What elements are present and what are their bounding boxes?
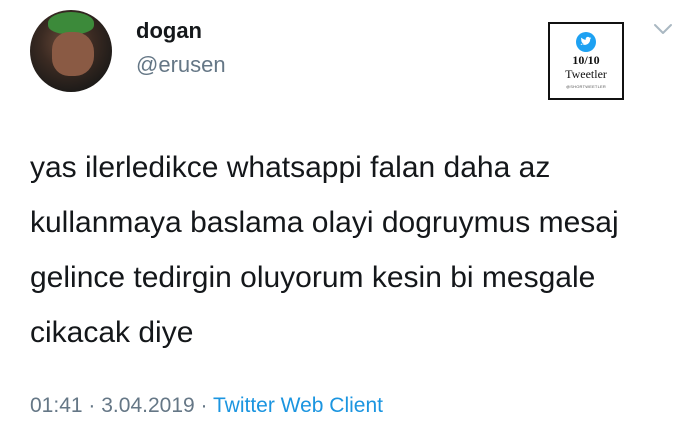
badge-score: 10/10 (572, 53, 600, 67)
chevron-down-icon[interactable] (652, 22, 674, 36)
tweet-text: yas ilerledikce whatsappi falan daha az … (30, 151, 619, 349)
meta-separator: · (88, 394, 96, 417)
badge-label: Tweetler (565, 67, 607, 81)
tweet-rating-badge: 10/10 Tweetler @SHORTWEETLER (548, 22, 624, 100)
badge-watermark: @SHORTWEETLER (566, 84, 606, 89)
tweet-card: dogan @erusen 10/10 Tweetler @SHORTWEETL… (0, 0, 690, 432)
avatar-hand (52, 32, 94, 76)
user-handle[interactable]: @erusen (136, 52, 226, 78)
avatar[interactable] (30, 10, 112, 92)
tweet-meta: 01:41 · 3.04.2019 · Twitter Web Client (30, 394, 383, 418)
tweet-source-link[interactable]: Twitter Web Client (213, 394, 383, 417)
meta-separator: · (200, 394, 208, 417)
tweet-date[interactable]: 3.04.2019 (101, 394, 194, 417)
display-name[interactable]: dogan (136, 18, 202, 44)
twitter-bird-icon (576, 32, 596, 52)
tweet-time[interactable]: 01:41 (30, 394, 83, 417)
avatar-hair (48, 12, 94, 34)
